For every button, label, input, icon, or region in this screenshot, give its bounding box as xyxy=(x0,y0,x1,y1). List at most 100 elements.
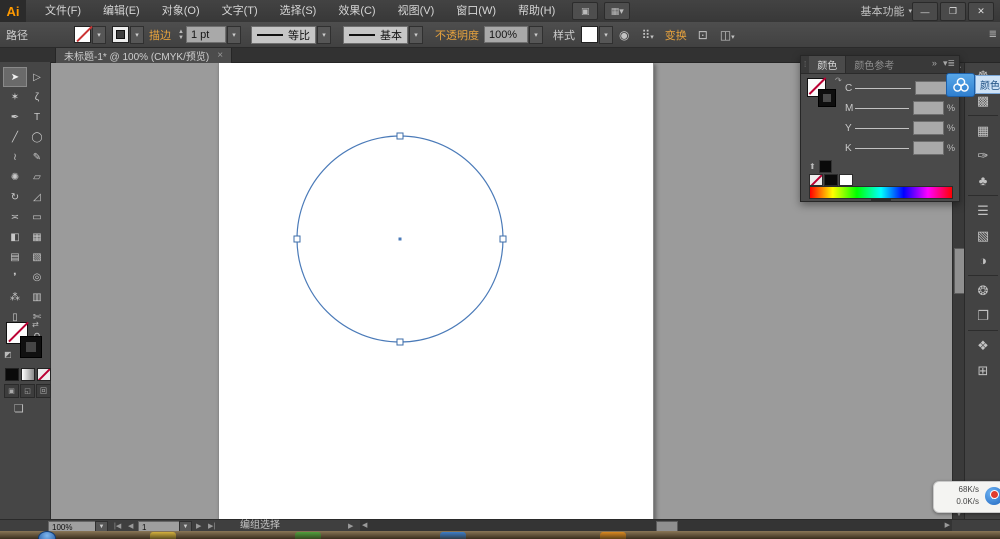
slider-value-k[interactable] xyxy=(912,141,944,155)
draw-behind-icon[interactable]: ◱ xyxy=(20,384,35,398)
minimize-button[interactable]: — xyxy=(912,2,938,21)
opacity-link[interactable]: 不透明度 xyxy=(435,27,479,43)
gradient-tool[interactable]: ▧ xyxy=(25,247,49,267)
symbols-icon[interactable]: ♣ xyxy=(965,168,1000,193)
bridge-icon[interactable]: ▣ xyxy=(572,2,599,20)
anchor-right[interactable] xyxy=(499,235,507,243)
network-tool-icon[interactable]: ⇅ xyxy=(985,487,1000,505)
gradient-icon[interactable]: ▧ xyxy=(965,223,1000,248)
opacity-value[interactable]: 100% xyxy=(483,26,528,43)
draw-normal-icon[interactable]: ▣ xyxy=(4,384,19,398)
document-tab[interactable]: 未标题-1* @ 100% (CMYK/预览) × xyxy=(55,47,233,63)
slider-track-y[interactable] xyxy=(854,127,909,129)
stroke-weight-dropdown-icon[interactable]: ▾ xyxy=(226,25,241,44)
type-tool[interactable]: T xyxy=(25,107,49,127)
draw-inside-icon[interactable]: 回 xyxy=(36,384,51,398)
taskbar-app-1[interactable] xyxy=(150,532,176,539)
stroke-weight-value[interactable]: 1 pt xyxy=(185,26,226,43)
stroke-panel-link[interactable]: 描边 xyxy=(149,27,171,43)
menu-item-effect[interactable]: 效果(C) xyxy=(327,0,386,22)
start-button[interactable] xyxy=(38,531,56,539)
bounding-box-icon[interactable]: ⊡ xyxy=(698,28,708,42)
menu-item-object[interactable]: 对象(O) xyxy=(151,0,211,22)
stroke-dropdown-icon[interactable]: ▾ xyxy=(130,25,144,44)
ellipse-tool[interactable]: ◯ xyxy=(25,127,49,147)
blob-brush-tool[interactable]: ✺ xyxy=(3,167,27,187)
slider-track-m[interactable] xyxy=(854,107,909,109)
line-segment-tool[interactable]: ╱ xyxy=(3,127,27,147)
collapse-control-panel-icon[interactable]: ≣ xyxy=(989,29,997,40)
shape-builder-tool[interactable]: ◧ xyxy=(3,227,27,247)
transform-link[interactable]: 变换 xyxy=(665,27,687,43)
tab-color[interactable]: 颜色 xyxy=(809,56,847,73)
taskbar-app-2[interactable] xyxy=(295,532,321,539)
black-swatch[interactable] xyxy=(824,174,838,186)
menu-item-window[interactable]: 窗口(W) xyxy=(445,0,507,22)
next-artboard-icon[interactable]: ▶ xyxy=(196,522,201,530)
none-swatch[interactable] xyxy=(809,174,823,186)
panel-grip-icon[interactable]: ⁞ xyxy=(801,60,809,69)
slider-value-c[interactable] xyxy=(915,81,947,95)
restore-button[interactable]: ❐ xyxy=(940,2,966,21)
eyedropper-tool[interactable]: ❜ xyxy=(3,267,27,287)
slider-track-c[interactable] xyxy=(855,87,911,89)
profile-dropdown-icon[interactable]: ▾ xyxy=(316,25,331,44)
arrange-documents-icon[interactable]: ▦▾ xyxy=(604,2,631,20)
mesh-tool[interactable]: ▤ xyxy=(3,247,27,267)
anchor-left[interactable] xyxy=(293,235,301,243)
appearance-icon[interactable]: ❂ xyxy=(965,278,1000,303)
rotate-tool[interactable]: ↻ xyxy=(3,187,27,207)
symbol-sprayer-tool[interactable]: ⁂ xyxy=(3,287,27,307)
panel-menu-icon[interactable]: ▾≣ xyxy=(943,58,955,69)
menu-item-edit[interactable]: 编辑(E) xyxy=(92,0,151,22)
scale-tool[interactable]: ◿ xyxy=(25,187,49,207)
color-button[interactable] xyxy=(5,368,19,381)
paintbrush-tool[interactable]: ≀ xyxy=(3,147,27,167)
stroke-black-swatch[interactable] xyxy=(818,160,832,173)
pen-tool[interactable]: ✒ xyxy=(3,107,27,127)
workspace-switcher[interactable]: 基本功能 ▾ xyxy=(860,0,912,22)
panel-stroke-well[interactable] xyxy=(818,89,836,107)
recolor-artwork-icon[interactable]: ◉ xyxy=(619,28,629,42)
fill-swatch[interactable] xyxy=(74,26,91,43)
lasso-tool[interactable]: ζ xyxy=(25,87,49,107)
menu-item-view[interactable]: 视图(V) xyxy=(387,0,446,22)
brush-dropdown-icon[interactable]: ▾ xyxy=(408,25,423,44)
network-speed-overlay[interactable]: 68K/s 0.0K/s ⇅ xyxy=(933,481,1000,513)
graphic-styles-icon[interactable]: ❐ xyxy=(965,303,1000,328)
magic-wand-tool[interactable]: ✶ xyxy=(3,87,27,107)
brush-definition-select[interactable]: 基本 xyxy=(342,25,408,44)
default-fill-stroke-icon[interactable]: ◩ xyxy=(4,350,12,359)
anchor-top[interactable] xyxy=(396,132,404,140)
panel-fill-stroke-indicator[interactable]: ↷ xyxy=(807,76,842,112)
close-button[interactable]: ✕ xyxy=(968,2,994,21)
slider-value-y[interactable] xyxy=(912,121,944,135)
swap-fill-stroke-icon[interactable]: ⇄ xyxy=(32,320,39,329)
white-swatch[interactable] xyxy=(839,174,853,186)
taskbar-app-3[interactable] xyxy=(440,532,466,539)
taskbar-app-4[interactable] xyxy=(600,532,626,539)
center-point[interactable] xyxy=(398,237,402,241)
perspective-grid-tool[interactable]: ▦ xyxy=(25,227,49,247)
column-graph-tool[interactable]: ▥ xyxy=(25,287,49,307)
eraser-tool[interactable]: ▱ xyxy=(25,167,49,187)
slider-value-m[interactable] xyxy=(912,101,944,115)
stroke-icon[interactable]: ☰ xyxy=(965,198,1000,223)
layers-icon[interactable]: ❖ xyxy=(965,333,1000,358)
menu-item-select[interactable]: 选择(S) xyxy=(269,0,328,22)
stroke-weight-stepper[interactable]: ▲ ▼ xyxy=(178,29,184,41)
stroke-swatch[interactable] xyxy=(112,26,129,43)
none-button[interactable] xyxy=(37,368,51,381)
stroke-color-well[interactable] xyxy=(20,336,42,358)
panel-resize-grip[interactable] xyxy=(871,199,891,202)
last-artboard-icon[interactable]: ▶| xyxy=(208,522,215,530)
first-artboard-icon[interactable]: |◀ xyxy=(114,522,121,530)
gradient-button[interactable] xyxy=(21,368,35,381)
isolate-selection-icon[interactable]: ◫▾ xyxy=(720,28,735,42)
fill-dropdown-icon[interactable]: ▾ xyxy=(92,25,106,44)
menu-item-file[interactable]: 文件(F) xyxy=(34,0,92,22)
direct-selection-tool[interactable]: ▷ xyxy=(25,67,49,87)
align-icon[interactable]: ⠿▾ xyxy=(641,28,653,42)
width-tool[interactable]: ≍ xyxy=(3,207,27,227)
style-dropdown-icon[interactable]: ▾ xyxy=(598,25,613,44)
